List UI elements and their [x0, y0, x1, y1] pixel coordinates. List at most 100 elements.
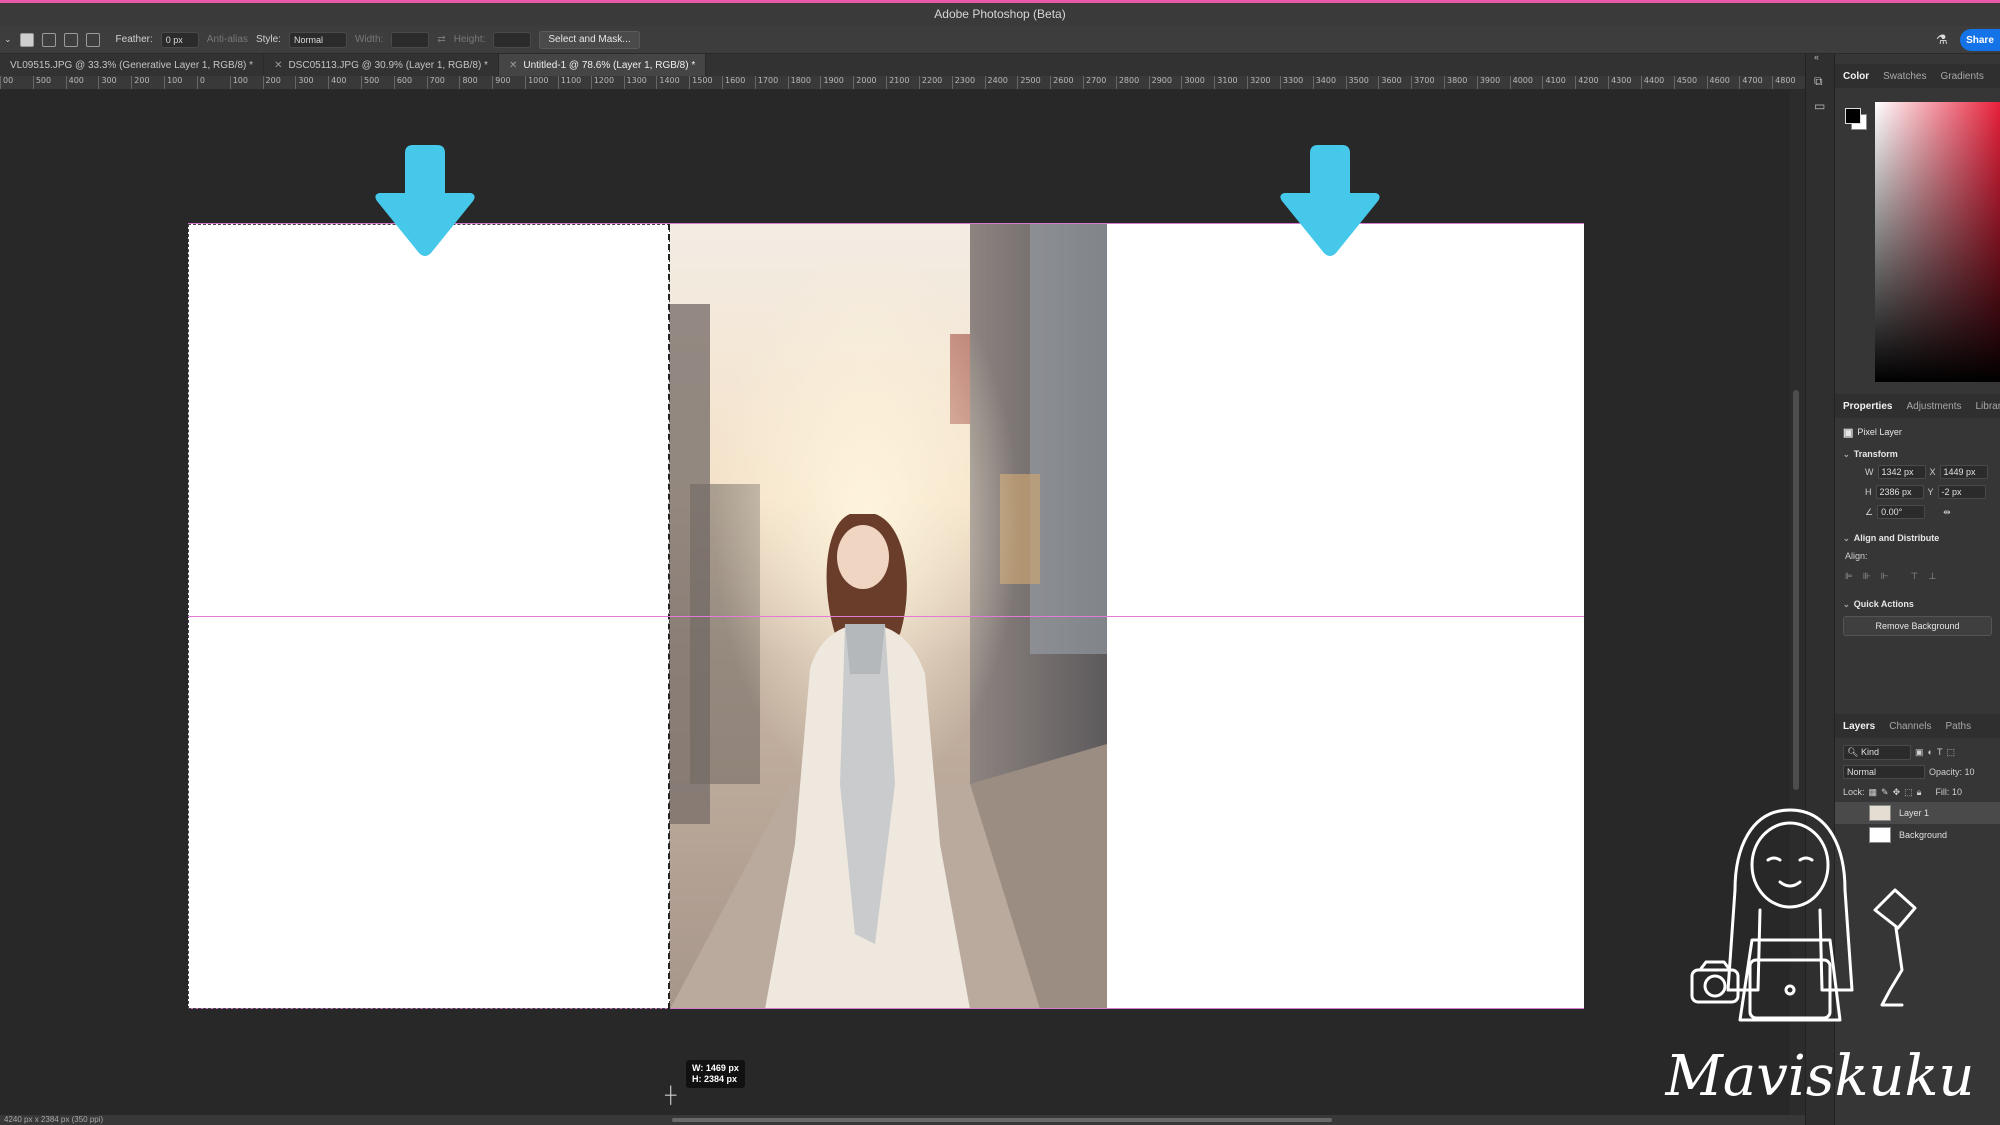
x-field[interactable]: 1449 px	[1939, 465, 1988, 479]
transform-row-angle: ∠ 0.00° ⇹	[1835, 502, 2000, 522]
tab-adjustments[interactable]: Adjustments	[1906, 401, 1961, 412]
ruler-tick-label: 2400	[984, 76, 1008, 89]
align-right-icon[interactable]: ⊩	[1881, 571, 1889, 582]
tab-color[interactable]: Color	[1843, 71, 1869, 82]
document-info: 4240 px x 2384 px (350 ppi)	[4, 1115, 104, 1124]
style-label: Style:	[255, 34, 281, 45]
color-panel-tabs: Color Swatches Gradients	[1835, 64, 2000, 88]
new-selection-icon[interactable]	[19, 32, 34, 47]
ruler-tick-label: 0	[196, 76, 205, 89]
transform-section-header[interactable]: ⌄ Transform	[1835, 446, 2000, 462]
align-label: Align:	[1845, 551, 1868, 561]
ruler-tick-label: 4700	[1739, 76, 1763, 89]
close-icon[interactable]: ✕	[509, 60, 517, 71]
kind-label: Kind	[1860, 746, 1879, 757]
ruler-tick-label: 3300	[1279, 76, 1303, 89]
ruler-tick-label: 1100	[557, 76, 581, 89]
align-top-icon[interactable]: ⊤	[1911, 571, 1919, 582]
ruler-tick-label: 1200	[590, 76, 614, 89]
subtract-selection-icon[interactable]	[63, 32, 78, 47]
image-filter-icon[interactable]: ▣	[1915, 747, 1924, 758]
chevron-down-icon: ⌄	[1843, 449, 1850, 459]
angle-field[interactable]: 0.00°	[1877, 505, 1926, 519]
share-button[interactable]: Share	[1960, 29, 2000, 51]
add-selection-icon[interactable]	[41, 32, 56, 47]
swap-icon[interactable]: ⇄	[437, 34, 445, 45]
ruler-tick-label: 3000	[1181, 76, 1205, 89]
tab-channels[interactable]: Channels	[1889, 721, 1931, 732]
ruler-tick-label: 600	[393, 76, 412, 89]
align-left-icon[interactable]: ⊫	[1845, 571, 1853, 582]
y-field[interactable]: -2 px	[1937, 485, 1986, 499]
ruler-tick-label: 4100	[1542, 76, 1566, 89]
ruler-tick-label: 3400	[1312, 76, 1336, 89]
ruler-tick-label: 100	[164, 76, 182, 89]
anti-alias-checkbox[interactable]: Anti-alias	[207, 34, 248, 45]
blend-mode-select[interactable]: Normal	[1843, 765, 1925, 779]
height-input[interactable]	[493, 31, 532, 48]
watermark-logo: Maviskuku	[1664, 808, 1975, 1109]
select-and-mask-button[interactable]: Select and Mask...	[539, 30, 640, 49]
ruler-tick-label: 4500	[1673, 76, 1697, 89]
ruler-tick-label: 3800	[1444, 76, 1467, 89]
history-icon[interactable]: ⧉	[1814, 74, 1828, 88]
ruler-tick-label: 1000	[525, 76, 548, 89]
ruler-tick-label: 900	[492, 76, 511, 89]
tool-preset-chevron-icon[interactable]: ⌄	[4, 34, 12, 45]
ruler-tick-label: 2100	[886, 76, 909, 89]
shape-filter-icon[interactable]: ⬚	[1946, 747, 1955, 758]
ruler-tick-label: 2800	[1115, 76, 1139, 89]
tab-gradients[interactable]: Gradients	[1940, 71, 1983, 82]
tab-layers[interactable]: Layers	[1843, 721, 1875, 732]
tab-paths[interactable]: Paths	[1946, 721, 1972, 732]
tab-swatches[interactable]: Swatches	[1883, 71, 1926, 82]
horizontal-scrollbar-thumb[interactable]	[672, 1118, 1332, 1122]
tab-document-2[interactable]: ✕ DSC05113.JPG @ 30.9% (Layer 1, RGB/8) …	[264, 54, 499, 76]
comments-icon[interactable]: ▭	[1814, 99, 1828, 113]
tab-libraries[interactable]: Librar	[1976, 401, 2000, 412]
height-label: Height:	[453, 34, 486, 45]
ruler-tick-label: 200	[131, 76, 150, 89]
down-arrow-icon	[375, 145, 475, 256]
ruler-tick-label: 200	[262, 76, 281, 89]
kind-filter-select[interactable]: 🔍︎ Kind	[1843, 744, 1911, 760]
horizontal-guide[interactable]	[188, 616, 1584, 617]
tab-document-1[interactable]: VL09515.JPG @ 33.3% (Generative Layer 1,…	[0, 54, 265, 76]
align-title: Align and Distribute	[1853, 533, 1940, 543]
down-arrow-icon	[1280, 145, 1380, 256]
collapse-icon[interactable]: «	[1814, 52, 1828, 66]
width-input[interactable]	[391, 31, 430, 48]
width-field[interactable]: 1342 px	[1877, 465, 1926, 479]
adjustment-filter-icon[interactable]: ◐	[1928, 747, 1933, 757]
color-picker-field[interactable]	[1875, 102, 2000, 382]
properties-panel: Properties Adjustments Librar ▣ Pixel La…	[1835, 394, 2000, 754]
intersect-selection-icon[interactable]	[85, 32, 100, 47]
properties-panel-tabs: Properties Adjustments Librar	[1835, 394, 2000, 418]
quick-actions-header[interactable]: ⌄ Quick Actions	[1835, 596, 2000, 612]
layer-type-row: ▣ Pixel Layer	[1835, 424, 2000, 440]
remove-background-button[interactable]: Remove Background	[1843, 616, 1992, 636]
watermark-text: Maviskuku	[1664, 1044, 1974, 1109]
tab-properties[interactable]: Properties	[1843, 401, 1892, 412]
layers-panel-tabs: Layers Channels Paths	[1835, 714, 2000, 738]
close-icon[interactable]: ✕	[274, 60, 282, 71]
height-field[interactable]: 2386 px	[1875, 485, 1924, 499]
flask-icon[interactable]: ⚗	[1936, 32, 1950, 47]
feather-input[interactable]: 0 px	[160, 31, 199, 48]
ruler-tick-label: 700	[426, 76, 445, 89]
align-section-header[interactable]: ⌄ Align and Distribute	[1835, 530, 2000, 546]
vertical-scrollbar-thumb[interactable]	[1793, 390, 1799, 790]
flip-horizontal-icon[interactable]: ⇹	[1943, 507, 1951, 518]
chevron-down-icon: ⌄	[1843, 533, 1850, 543]
opacity-label[interactable]: Opacity: 10	[1929, 767, 1975, 777]
type-filter-icon[interactable]: T	[1937, 747, 1943, 757]
size-tooltip: W: 1469 px H: 2384 px	[686, 1060, 745, 1088]
align-middle-icon[interactable]: ⊥	[1928, 571, 1936, 582]
align-center-icon[interactable]: ⊪	[1863, 571, 1871, 582]
horizontal-ruler[interactable]: 00 500 400 300 200 100 0 100 200 300 400 500 600 700 8…	[0, 76, 1805, 90]
ruler-tick-label: 3100	[1214, 76, 1238, 89]
tab-document-3[interactable]: ✕ Untitled-1 @ 78.6% (Layer 1, RGB/8) *	[498, 54, 707, 76]
ruler-tick-label: 1700	[754, 76, 778, 89]
foreground-color-swatch[interactable]	[1845, 108, 1861, 124]
style-select[interactable]: Normal	[288, 31, 347, 48]
